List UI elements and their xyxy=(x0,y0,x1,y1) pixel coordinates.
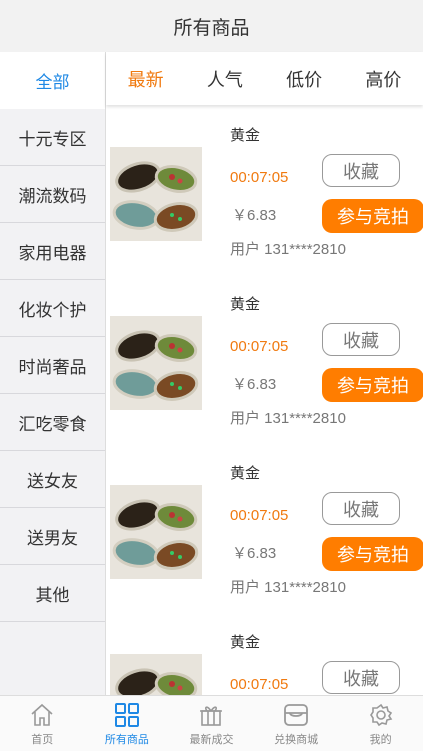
sort-bar: 最新 人气 低价 高价 xyxy=(106,52,423,105)
gift-icon xyxy=(200,705,223,726)
countdown-timer: 00:07:05 xyxy=(230,169,289,186)
sidebar-item-all[interactable]: 全部 xyxy=(0,52,105,109)
tab-low-price[interactable]: 低价 xyxy=(280,62,328,96)
favorite-button[interactable]: 收藏 xyxy=(322,323,400,356)
page-title: 所有商品 xyxy=(173,17,250,39)
sidebar-item-label: 家用电器 xyxy=(18,243,87,263)
grid-icon xyxy=(114,702,139,727)
tab-exchange-store[interactable]: 兑换商城 xyxy=(254,696,339,751)
product-name: 黄金 xyxy=(230,296,261,313)
countdown-timer: 00:07:05 xyxy=(230,338,289,355)
sidebar-item-digital[interactable]: 潮流数码 xyxy=(0,166,105,223)
bid-button[interactable]: 参与竞拍 xyxy=(322,199,423,233)
tab-high-price[interactable]: 高价 xyxy=(359,62,407,96)
bidder-user: 用户 131****2810 xyxy=(230,410,346,427)
product-name: 黄金 xyxy=(230,127,261,144)
sidebar-item-label: 十元专区 xyxy=(18,129,87,149)
sidebar-item-label: 化妆个护 xyxy=(18,300,87,320)
tab-label: 兑换商城 xyxy=(274,733,319,746)
countdown-timer: 00:07:05 xyxy=(230,507,289,524)
favorite-button[interactable]: 收藏 xyxy=(322,661,400,694)
tab-label: 最新成交 xyxy=(189,733,234,746)
product-price: ￥6.83 xyxy=(232,207,277,224)
bidder-user: 用户 131****2810 xyxy=(230,241,346,258)
product-image[interactable] xyxy=(110,147,202,241)
bid-button[interactable]: 参与竞拍 xyxy=(322,537,423,571)
category-sidebar: 全部 十元专区 潮流数码 家用电器 化妆个护 时尚奢品 汇吃零食 送女友 送男友… xyxy=(0,52,106,695)
tab-mine[interactable]: 我的 xyxy=(338,696,423,751)
sidebar-item-other[interactable]: 其他 xyxy=(0,565,105,622)
product-card[interactable]: 黄金 00:07:05 ￥6.83 用户 131****2810 收藏 参与竞拍 xyxy=(106,445,423,614)
bidder-user: 用户 131****2810 xyxy=(230,579,346,596)
sidebar-item-cosmetics[interactable]: 化妆个护 xyxy=(0,280,105,337)
favorite-button[interactable]: 收藏 xyxy=(322,154,400,187)
tab-popular[interactable]: 人气 xyxy=(201,62,249,96)
tab-label: 我的 xyxy=(369,733,392,746)
home-icon xyxy=(31,703,53,726)
product-card[interactable]: 黄金 00:07:05 收藏 xyxy=(106,614,423,695)
favorite-button[interactable]: 收藏 xyxy=(322,492,400,525)
store-icon xyxy=(284,703,308,726)
product-price: ￥6.83 xyxy=(232,545,277,562)
sidebar-item-label: 潮流数码 xyxy=(18,186,87,206)
product-list: 黄金 00:07:05 ￥6.83 用户 131****2810 收藏 参与竞拍… xyxy=(106,107,423,695)
gear-icon xyxy=(369,703,392,726)
sidebar-item-ten-yuan[interactable]: 十元专区 xyxy=(0,109,105,166)
countdown-timer: 00:07:05 xyxy=(230,676,289,693)
product-image[interactable] xyxy=(110,316,202,410)
product-image[interactable] xyxy=(110,485,202,579)
tab-home[interactable]: 首页 xyxy=(0,696,85,751)
sidebar-item-for-her[interactable]: 送女友 xyxy=(0,451,105,508)
sidebar-item-appliances[interactable]: 家用电器 xyxy=(0,223,105,280)
page-header: 所有商品 xyxy=(0,0,423,52)
sidebar-item-for-him[interactable]: 送男友 xyxy=(0,508,105,565)
bottom-tab-bar: 首页 所有商品 最新成交 兑换商城 我的 xyxy=(0,695,423,751)
sidebar-item-snacks[interactable]: 汇吃零食 xyxy=(0,394,105,451)
sidebar-item-label: 送女友 xyxy=(27,471,78,491)
sidebar-item-label: 其他 xyxy=(35,585,70,605)
sidebar-item-label: 汇吃零食 xyxy=(18,414,87,434)
tab-all-products[interactable]: 所有商品 xyxy=(85,696,170,751)
tab-newest[interactable]: 最新 xyxy=(122,62,170,96)
tab-latest-deals[interactable]: 最新成交 xyxy=(169,696,254,751)
sidebar-item-luxury[interactable]: 时尚奢品 xyxy=(0,337,105,394)
tab-label: 所有商品 xyxy=(104,733,149,746)
sidebar-item-label: 全部 xyxy=(35,73,70,92)
product-name: 黄金 xyxy=(230,465,261,482)
product-card[interactable]: 黄金 00:07:05 ￥6.83 用户 131****2810 收藏 参与竞拍 xyxy=(106,107,423,276)
sidebar-item-label: 时尚奢品 xyxy=(18,357,87,377)
sidebar-item-label: 送男友 xyxy=(27,528,78,548)
product-image[interactable] xyxy=(110,654,202,695)
product-price: ￥6.83 xyxy=(232,376,277,393)
bid-button[interactable]: 参与竞拍 xyxy=(322,368,423,402)
product-card[interactable]: 黄金 00:07:05 ￥6.83 用户 131****2810 收藏 参与竞拍 xyxy=(106,276,423,445)
product-name: 黄金 xyxy=(230,634,261,651)
tab-label: 首页 xyxy=(31,733,54,746)
